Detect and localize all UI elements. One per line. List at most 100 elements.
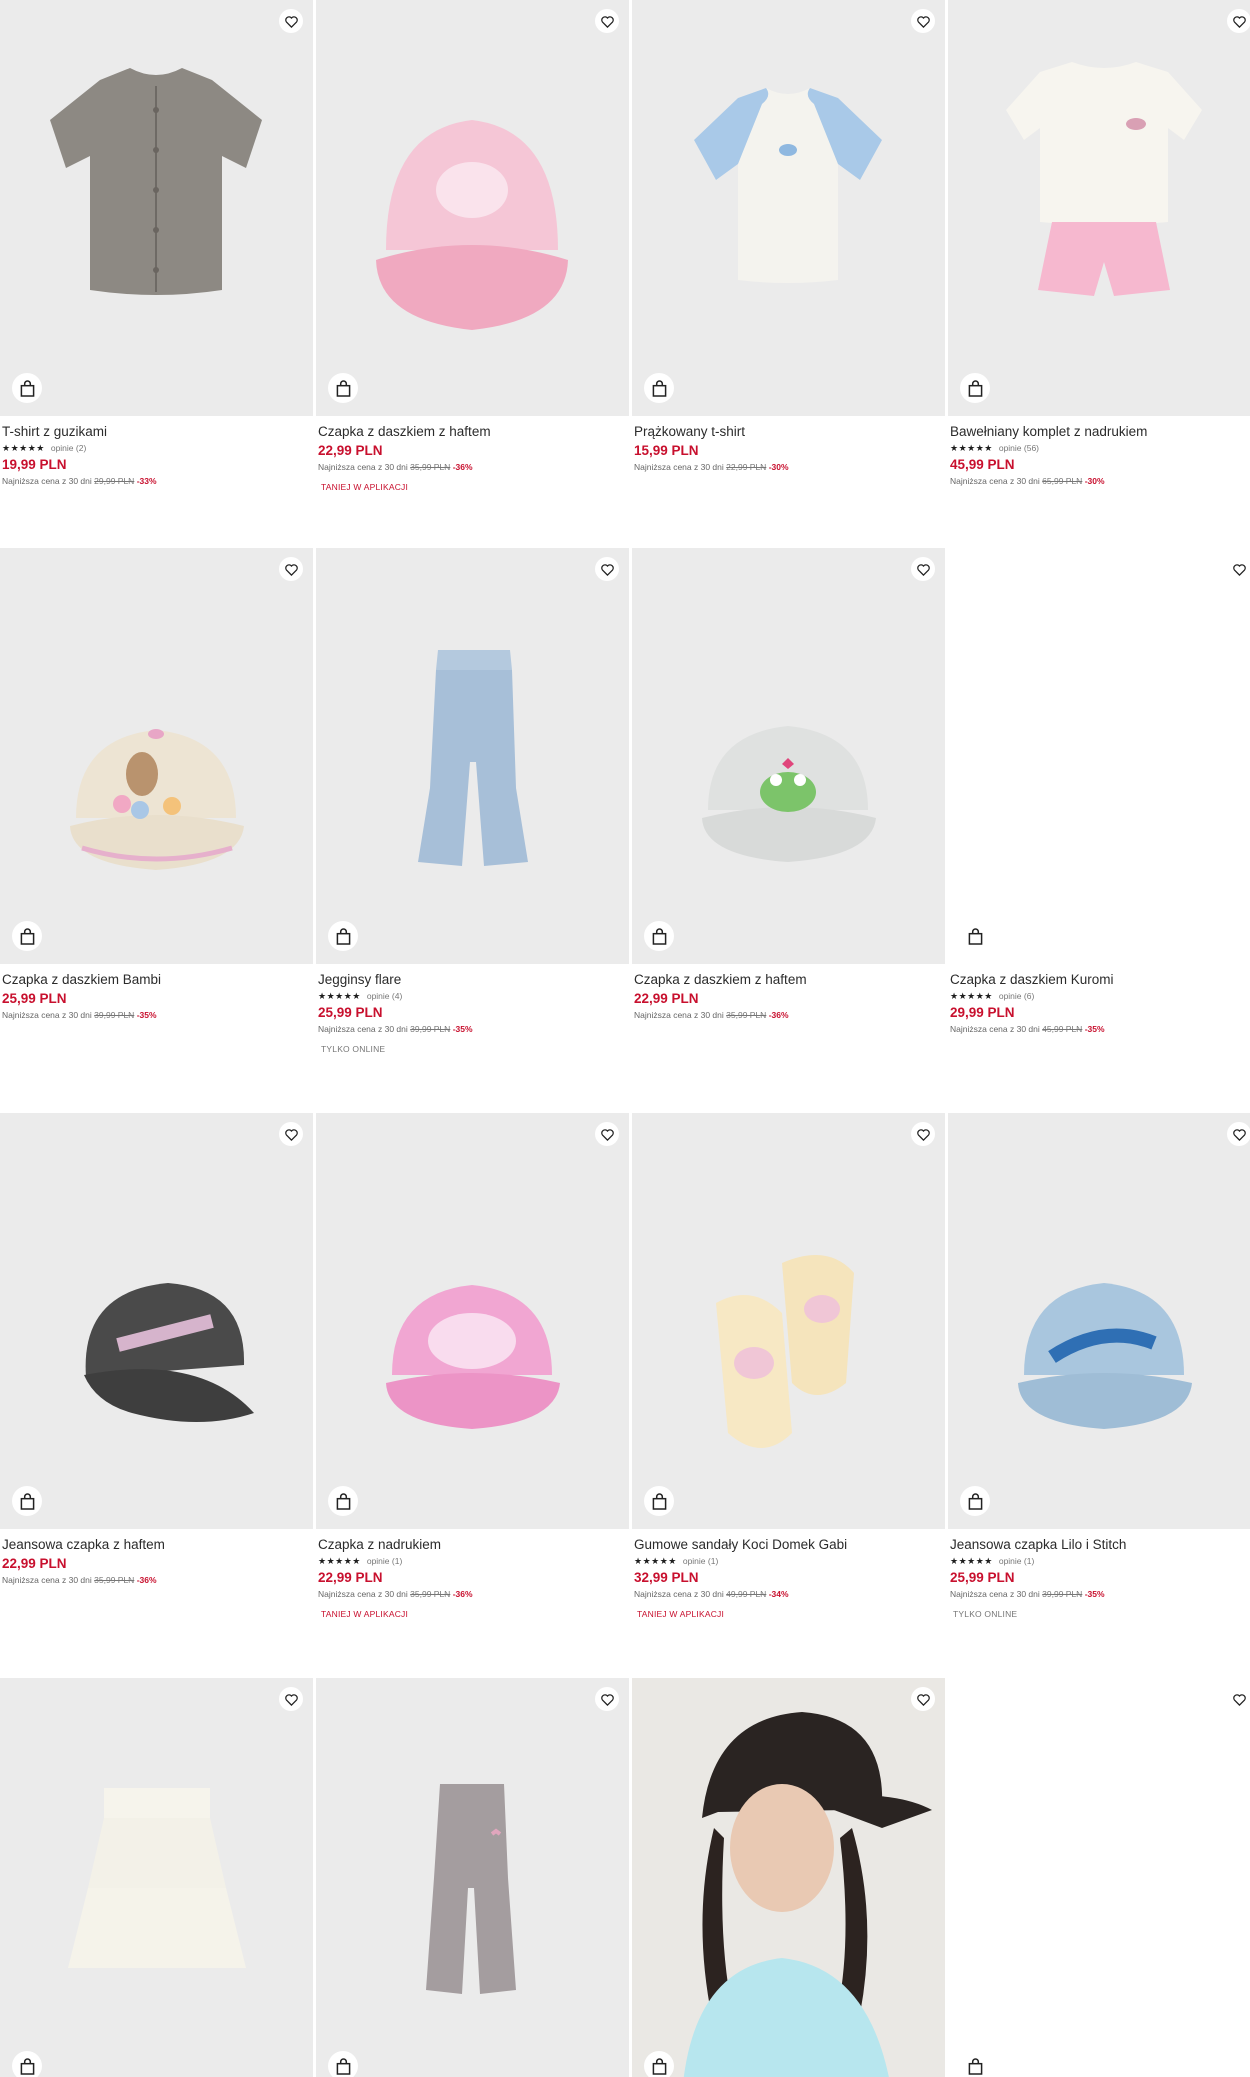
trousers-image <box>426 1784 516 1994</box>
add-to-cart-bag-icon[interactable] <box>644 2051 674 2077</box>
add-to-cart-bag-icon[interactable] <box>328 1486 358 1516</box>
add-to-cart-bag-icon[interactable] <box>644 1486 674 1516</box>
product-name[interactable]: Czapka z daszkiem z haftem <box>634 971 943 989</box>
product-card[interactable] <box>316 1678 629 2077</box>
product-card[interactable] <box>0 1678 313 2077</box>
product-card[interactable]: Bawełniany komplet z nadrukiem ★★★★★ opin… <box>948 0 1250 488</box>
product-card[interactable]: Jegginsy flare ★★★★★ opinie (4) 25,99 PLN… <box>316 548 629 1056</box>
add-to-cart-bag-icon[interactable] <box>328 373 358 403</box>
wishlist-heart-icon[interactable] <box>1227 557 1250 581</box>
wishlist-heart-icon[interactable] <box>1227 1122 1250 1146</box>
add-to-cart-bag-icon[interactable] <box>12 921 42 951</box>
lowest-price-label: Najniższa cena z 30 dni <box>950 1024 1040 1034</box>
product-card[interactable] <box>948 1678 1250 2077</box>
wishlist-heart-icon[interactable] <box>911 1122 935 1146</box>
wishlist-heart-icon[interactable] <box>595 1687 619 1711</box>
product-price: 22,99 PLN <box>318 443 383 458</box>
wishlist-heart-icon[interactable] <box>279 9 303 33</box>
add-to-cart-bag-icon[interactable] <box>328 921 358 951</box>
product-name[interactable]: Jegginsy flare <box>318 971 627 989</box>
lowest-price-label: Najniższa cena z 30 dni <box>634 1589 724 1599</box>
product-image[interactable] <box>632 0 945 416</box>
product-card[interactable]: Czapka z daszkiem Kuromi ★★★★★ opinie (6)… <box>948 548 1250 1036</box>
old-price: 35,99 PLN <box>410 462 451 472</box>
product-rating: ★★★★★ opinie (2) <box>2 441 311 455</box>
product-name[interactable]: Prążkowany t-shirt <box>634 423 943 441</box>
add-to-cart-bag-icon[interactable] <box>644 921 674 951</box>
wishlist-heart-icon[interactable] <box>279 1122 303 1146</box>
lowest-price-label: Najniższa cena z 30 dni <box>950 476 1040 486</box>
product-card[interactable]: Czapka z nadrukiem ★★★★★ opinie (1) 22,99… <box>316 1113 629 1621</box>
wishlist-heart-icon[interactable] <box>279 557 303 581</box>
product-card[interactable]: Czapka z daszkiem z haftem 22,99 PLN Naj… <box>316 0 629 494</box>
product-price: 22,99 PLN <box>634 991 699 1006</box>
lowest-price-info: Najniższa cena z 30 dni 39,99 PLN -35% <box>2 1008 311 1022</box>
product-name[interactable]: Czapka z daszkiem Kuromi <box>950 971 1250 989</box>
product-card[interactable]: T-shirt z guzikami ★★★★★ opinie (2) 19,99… <box>0 0 313 488</box>
add-to-cart-bag-icon[interactable] <box>960 373 990 403</box>
add-to-cart-bag-icon[interactable] <box>960 2051 990 2077</box>
wishlist-heart-icon[interactable] <box>911 1687 935 1711</box>
lowest-price-label: Najniższa cena z 30 dni <box>634 1010 724 1020</box>
lowest-price-info: Najniższa cena z 30 dni 22,99 PLN -30% <box>634 460 943 474</box>
cap-image <box>702 726 876 862</box>
add-to-cart-bag-icon[interactable] <box>328 2051 358 2077</box>
product-rating: ★★★★★ opinie (6) <box>950 989 1250 1003</box>
pink-cap-image <box>376 120 568 330</box>
rating-stars: ★★★★★ <box>950 443 993 453</box>
product-card[interactable]: Gumowe sandały Koci Domek Gabi ★★★★★ opin… <box>632 1113 945 1621</box>
app-price-badge: TANIEJ W APLIKACJI <box>321 1609 409 1619</box>
product-image[interactable] <box>948 1113 1250 1529</box>
product-image[interactable] <box>948 548 1250 964</box>
wishlist-heart-icon[interactable] <box>279 1687 303 1711</box>
product-price: 25,99 PLN <box>950 1570 1015 1585</box>
product-name[interactable]: Gumowe sandały Koci Domek Gabi <box>634 1536 943 1554</box>
add-to-cart-bag-icon[interactable] <box>12 2051 42 2077</box>
wishlist-heart-icon[interactable] <box>1227 1687 1250 1711</box>
add-to-cart-bag-icon[interactable] <box>960 1486 990 1516</box>
product-name[interactable]: Czapka z daszkiem Bambi <box>2 971 311 989</box>
wishlist-heart-icon[interactable] <box>911 9 935 33</box>
product-name[interactable]: T-shirt z guzikami <box>2 423 311 441</box>
product-image[interactable] <box>0 0 313 416</box>
lowest-price-info: Najniższa cena z 30 dni 39,99 PLN -35% <box>318 1022 627 1036</box>
wishlist-heart-icon[interactable] <box>595 557 619 581</box>
product-image[interactable] <box>316 1113 629 1529</box>
add-to-cart-bag-icon[interactable] <box>12 373 42 403</box>
product-name[interactable]: Jeansowa czapka Lilo i Stitch <box>950 1536 1250 1554</box>
wishlist-heart-icon[interactable] <box>911 557 935 581</box>
product-image[interactable] <box>632 1678 945 2077</box>
product-image[interactable] <box>0 1113 313 1529</box>
wishlist-heart-icon[interactable] <box>595 1122 619 1146</box>
wishlist-heart-icon[interactable] <box>1227 9 1250 33</box>
product-image[interactable] <box>316 0 629 416</box>
product-name[interactable]: Jeansowa czapka z haftem <box>2 1536 311 1554</box>
product-card[interactable]: Czapka z daszkiem z haftem 22,99 PLN Naj… <box>632 548 945 1022</box>
old-price: 35,99 PLN <box>410 1589 451 1599</box>
product-price: 22,99 PLN <box>318 1570 383 1585</box>
product-image[interactable] <box>948 1678 1250 2077</box>
product-rating: ★★★★★ opinie (56) <box>950 441 1250 455</box>
product-card[interactable]: Prążkowany t-shirt 15,99 PLN Najniższa c… <box>632 0 945 474</box>
product-image[interactable] <box>632 548 945 964</box>
add-to-cart-bag-icon[interactable] <box>644 373 674 403</box>
product-card[interactable] <box>632 1678 945 2077</box>
add-to-cart-bag-icon[interactable] <box>960 921 990 951</box>
product-image[interactable] <box>316 1678 629 2077</box>
discount-percent: -35% <box>452 1024 473 1034</box>
product-card[interactable]: Jeansowa czapka z haftem 22,99 PLN Najni… <box>0 1113 313 1587</box>
product-name[interactable]: Czapka z daszkiem z haftem <box>318 423 627 441</box>
add-to-cart-bag-icon[interactable] <box>12 1486 42 1516</box>
product-image[interactable] <box>0 548 313 964</box>
product-image[interactable] <box>0 1678 313 2077</box>
product-card[interactable]: Jeansowa czapka Lilo i Stitch ★★★★★ opini… <box>948 1113 1250 1621</box>
product-name[interactable]: Bawełniany komplet z nadrukiem <box>950 423 1250 441</box>
rating-stars: ★★★★★ <box>950 991 993 1001</box>
wishlist-heart-icon[interactable] <box>595 9 619 33</box>
product-name[interactable]: Czapka z nadrukiem <box>318 1536 627 1554</box>
product-image[interactable] <box>632 1113 945 1529</box>
product-card[interactable]: Czapka z daszkiem Bambi 25,99 PLN Najniż… <box>0 548 313 1022</box>
product-image[interactable] <box>948 0 1250 416</box>
product-image[interactable] <box>316 548 629 964</box>
old-price: 35,99 PLN <box>726 1010 767 1020</box>
